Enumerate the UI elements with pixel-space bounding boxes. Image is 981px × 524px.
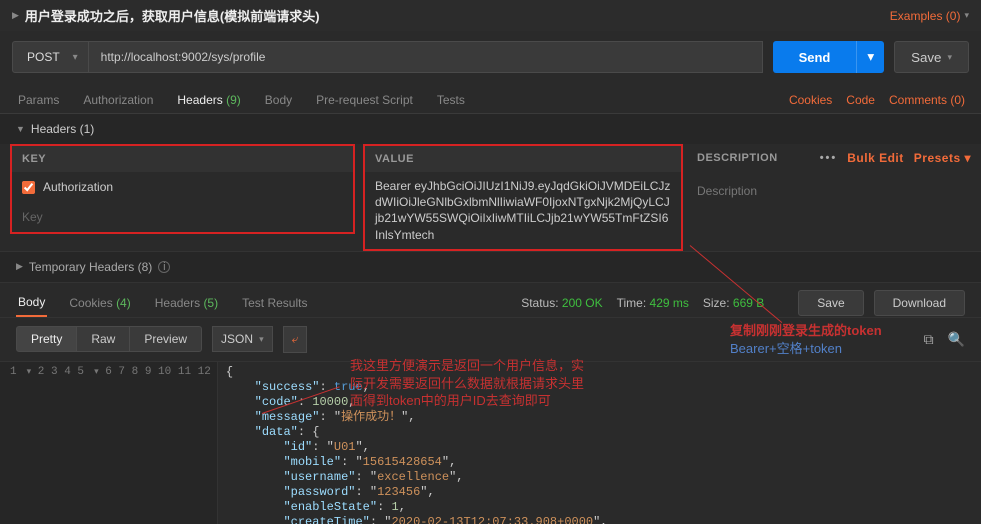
tab-prerequest[interactable]: Pre-request Script	[314, 87, 415, 113]
send-dropdown-button[interactable]: ▾	[856, 41, 884, 73]
header-key-placeholder[interactable]: Key	[12, 202, 353, 232]
th-description: DESCRIPTION	[697, 152, 778, 164]
collapse-icon[interactable]: ▶	[12, 10, 19, 21]
view-raw[interactable]: Raw	[77, 326, 130, 352]
send-button[interactable]: Send	[773, 41, 857, 73]
tab-headers[interactable]: Headers (9)	[175, 87, 242, 113]
th-value: VALUE	[365, 146, 681, 172]
bulk-edit-link[interactable]: Bulk Edit	[847, 151, 904, 165]
http-method-select[interactable]: POST	[12, 41, 89, 73]
tab-authorization[interactable]: Authorization	[81, 87, 155, 113]
th-key: KEY	[12, 146, 353, 172]
resp-tab-body[interactable]: Body	[16, 289, 47, 317]
response-save-button[interactable]: Save	[798, 290, 863, 316]
link-cookies[interactable]: Cookies	[789, 93, 832, 107]
resp-tab-headers[interactable]: Headers (5)	[153, 290, 220, 316]
response-download-button[interactable]: Download	[874, 290, 965, 316]
info-icon: i	[158, 261, 170, 273]
wrap-lines-button[interactable]: ⤶	[283, 326, 308, 353]
view-pretty[interactable]: Pretty	[16, 326, 77, 352]
time-label: Time: 429 ms	[617, 296, 689, 310]
status-label: Status: 200 OK	[521, 296, 602, 310]
tab-tests[interactable]: Tests	[435, 87, 467, 113]
request-url-input[interactable]	[89, 41, 763, 73]
save-button[interactable]: Save▾	[894, 41, 969, 73]
more-icon[interactable]: •••	[820, 152, 838, 164]
header-value-cell[interactable]: Bearer eyJhbGciOiJIUzI1NiJ9.eyJqdGkiOiJV…	[365, 172, 681, 249]
tab-body[interactable]: Body	[263, 87, 294, 113]
tab-params[interactable]: Params	[16, 87, 61, 113]
examples-dropdown[interactable]: Examples (0)▾	[890, 9, 969, 23]
header-description-placeholder[interactable]: Description	[697, 172, 971, 198]
search-icon[interactable]: 🔍	[948, 331, 965, 348]
header-row-checkbox[interactable]	[22, 181, 35, 194]
view-preview[interactable]: Preview	[130, 326, 202, 352]
resp-tab-cookies[interactable]: Cookies (4)	[67, 290, 132, 316]
copy-icon[interactable]: ⧉	[924, 331, 934, 348]
link-comments[interactable]: Comments (0)	[889, 93, 965, 107]
temporary-headers-toggle[interactable]: ▶ Temporary Headers (8) i	[0, 251, 981, 282]
line-gutter: 1 ▾ 2 3 4 5 ▾ 6 7 8 9 10 11 12	[0, 362, 218, 524]
resp-tab-test-results[interactable]: Test Results	[240, 290, 309, 316]
response-body-code[interactable]: { "success": true, "code": 10000, "messa…	[218, 362, 616, 524]
link-code[interactable]: Code	[846, 93, 875, 107]
presets-dropdown[interactable]: Presets ▾	[914, 151, 971, 165]
header-key-cell[interactable]: Authorization	[12, 172, 353, 202]
request-title: 用户登录成功之后，获取用户信息(模拟前端请求头)	[25, 6, 320, 25]
size-label: Size: 669 B	[703, 296, 764, 310]
format-select[interactable]: JSON▾	[212, 326, 273, 352]
headers-section-header[interactable]: ▼ Headers (1)	[0, 114, 981, 144]
